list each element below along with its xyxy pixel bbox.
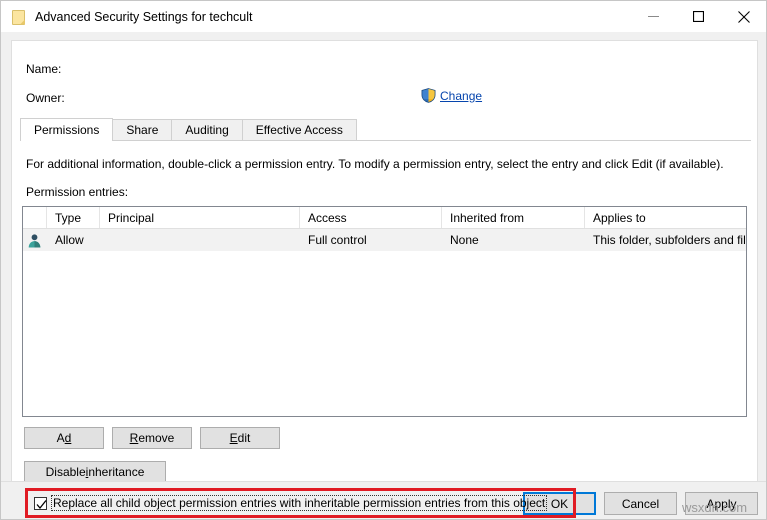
cell-access: Full control [300, 233, 442, 247]
titlebar: Advanced Security Settings for techcult [1, 1, 766, 32]
permission-entries-label: Permission entries: [26, 185, 128, 199]
remove-button-label-acc: R [130, 431, 139, 445]
window-controls [631, 1, 766, 32]
replace-child-permissions-row[interactable]: Replace all child object permission entr… [34, 495, 547, 511]
tab-permissions-label: Permissions [34, 123, 99, 137]
change-owner-control[interactable]: Change [421, 88, 482, 103]
column-header-type[interactable]: Type [47, 207, 100, 228]
add-button-label-pre: A [57, 431, 65, 445]
column-header-applies-to[interactable]: Applies to [585, 207, 746, 228]
watermark: wsxdn.com [682, 500, 747, 515]
owner-field-row: Owner: [26, 91, 65, 105]
tab-effective-access[interactable]: Effective Access [242, 119, 357, 140]
cell-type: Allow [47, 233, 100, 247]
folder-icon [11, 9, 27, 25]
replace-child-permissions-label[interactable]: Replace all child object permission entr… [51, 495, 547, 511]
remove-button[interactable]: Remove [112, 427, 192, 449]
close-icon[interactable] [721, 1, 766, 32]
disable-inheritance-label-pre: Disable [46, 465, 86, 479]
user-icon [23, 233, 47, 248]
tab-share-label: Share [126, 123, 158, 137]
cancel-button[interactable]: Cancel [604, 492, 677, 515]
edit-button-label-acc: E [230, 431, 238, 445]
column-header-icon[interactable] [23, 207, 47, 228]
content-panel: Name: Owner: Change Permissions Share [11, 40, 758, 483]
change-link[interactable]: Change [440, 89, 482, 103]
name-field-row: Name: [26, 62, 61, 76]
tab-auditing-label: Auditing [185, 123, 228, 137]
edit-button-label-post: dit [238, 431, 251, 445]
disable-inheritance-label-post: nheritance [88, 465, 144, 479]
info-text: For additional information, double-click… [26, 157, 724, 171]
uac-shield-icon [421, 88, 436, 103]
add-button[interactable]: Ad [24, 427, 104, 449]
window-title: Advanced Security Settings for techcult [35, 10, 252, 24]
tab-effective-access-label: Effective Access [256, 123, 343, 137]
replace-child-permissions-checkbox[interactable] [34, 497, 47, 510]
advanced-security-settings-dialog: Advanced Security Settings for techcult … [0, 0, 767, 520]
column-header-principal[interactable]: Principal [100, 207, 300, 228]
table-row[interactable]: Allow Full control None This folder, sub… [23, 229, 746, 251]
cell-inherited-from: None [442, 233, 585, 247]
remove-button-label-post: emove [138, 431, 174, 445]
cancel-button-label: Cancel [622, 497, 659, 511]
table-header-row: Type Principal Access Inherited from App… [23, 207, 746, 229]
tab-auditing[interactable]: Auditing [171, 119, 242, 140]
disable-inheritance-button[interactable]: Disable inheritance [24, 461, 166, 483]
maximize-icon[interactable] [676, 1, 721, 32]
column-header-inherited-from[interactable]: Inherited from [442, 207, 585, 228]
cell-applies-to: This folder, subfolders and files [585, 233, 746, 247]
add-button-label-acc: d [65, 431, 72, 445]
minimize-icon[interactable] [631, 1, 676, 32]
tab-share[interactable]: Share [112, 119, 172, 140]
tab-strip: Permissions Share Auditing Effective Acc… [20, 119, 751, 141]
tab-permissions[interactable]: Permissions [20, 118, 113, 140]
owner-label: Owner: [26, 91, 65, 105]
column-header-access[interactable]: Access [300, 207, 442, 228]
permission-entries-list[interactable]: Type Principal Access Inherited from App… [22, 206, 747, 417]
edit-button[interactable]: Edit [200, 427, 280, 449]
name-label: Name: [26, 62, 61, 76]
